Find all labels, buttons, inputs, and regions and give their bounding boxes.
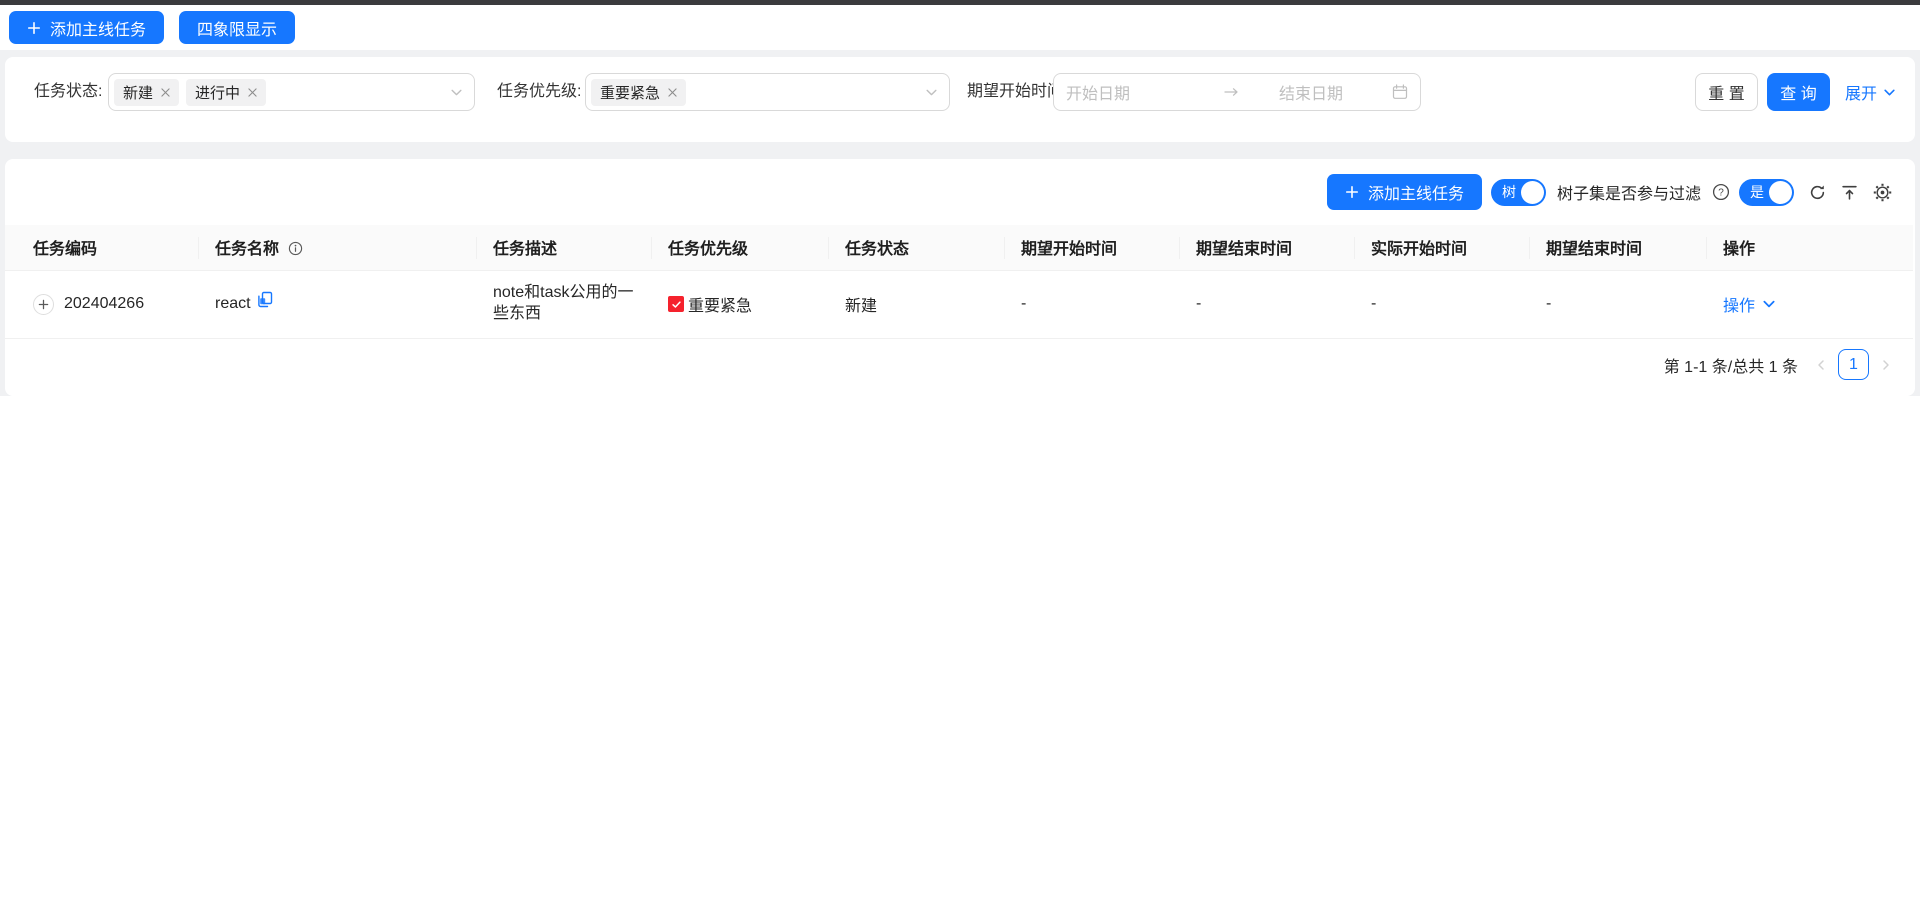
settings-gear-icon[interactable]	[1873, 183, 1892, 202]
toggle-knob	[1521, 181, 1544, 204]
cell-actions: 操作	[1707, 270, 1913, 338]
start-date-input[interactable]: 开始日期	[1066, 80, 1216, 104]
col-task-priority: 任务优先级	[652, 225, 829, 270]
col-task-name: 任务名称	[199, 225, 477, 270]
quadrant-view-button[interactable]: 四象限显示	[179, 11, 295, 44]
svg-text:?: ?	[1718, 187, 1724, 198]
reset-button[interactable]: 重 置	[1695, 73, 1758, 111]
col-task-description: 任务描述	[477, 225, 652, 270]
priority-tag-urgent: 重要紧急	[591, 79, 686, 106]
add-main-task-button-panel[interactable]: 添加主线任务	[1327, 174, 1482, 210]
top-toolbar: 添加主线任务 四象限显示	[0, 5, 1920, 50]
col-actions: 操作	[1707, 225, 1913, 270]
subset-filter-toggle[interactable]: 是	[1739, 179, 1794, 206]
task-table: 任务编码 任务名称 任务描述 任务优先级 任务状态 期望开始时间 期望结束时间 …	[5, 225, 1913, 339]
col-expected-start: 期望开始时间	[1005, 225, 1180, 270]
toggle-knob	[1769, 181, 1792, 204]
row-actions-dropdown[interactable]: 操作	[1723, 292, 1897, 316]
subset-filter-toggle-label: 是	[1750, 182, 1764, 202]
task-code: 202404266	[64, 295, 144, 313]
status-tag-new-label: 新建	[123, 82, 153, 103]
cell-expected-end-2: -	[1530, 270, 1707, 338]
task-table-card: 添加主线任务 树 树子集是否参与过滤 ? 是	[5, 159, 1915, 396]
remove-tag-icon[interactable]	[668, 88, 677, 97]
expand-row-button[interactable]	[33, 294, 54, 315]
next-page-button[interactable]	[1880, 358, 1892, 372]
status-select[interactable]: 新建 进行中	[108, 73, 475, 111]
date-range-picker[interactable]: 开始日期 结束日期	[1053, 73, 1421, 111]
priority-select[interactable]: 重要紧急	[585, 73, 950, 111]
cell-task-name: react	[199, 270, 477, 338]
add-main-task-button[interactable]: 添加主线任务	[9, 11, 164, 44]
status-tag-new: 新建	[114, 79, 179, 106]
info-icon[interactable]	[288, 241, 303, 256]
priority-filter-label: 任务优先级:	[497, 73, 581, 111]
quadrant-view-label: 四象限显示	[197, 16, 277, 40]
pagination: 第 1-1 条/总共 1 条 1	[1664, 349, 1892, 380]
cell-task-status: 新建	[829, 270, 1005, 338]
chevron-down-icon	[1762, 297, 1776, 311]
add-main-task-panel-label: 添加主线任务	[1368, 180, 1464, 204]
priority-tag-urgent-label: 重要紧急	[600, 82, 660, 103]
task-priority: 重要紧急	[688, 292, 752, 316]
pagination-summary: 第 1-1 条/总共 1 条	[1664, 353, 1798, 377]
date-filter-label: 期望开始时间	[967, 73, 1063, 111]
table-header-row: 任务编码 任务名称 任务描述 任务优先级 任务状态 期望开始时间 期望结束时间 …	[5, 225, 1913, 270]
remove-tag-icon[interactable]	[161, 88, 170, 97]
cell-expected-start: -	[1005, 270, 1180, 338]
tree-subset-filter-label: 树子集是否参与过滤	[1557, 180, 1701, 204]
help-icon[interactable]: ?	[1712, 183, 1730, 201]
filter-card: 任务状态: 新建 进行中 任务优先级: 重要紧急	[5, 57, 1915, 142]
cell-task-description: note和task公用的一些东西	[477, 270, 652, 338]
status-tag-inprogress: 进行中	[186, 79, 266, 106]
chevron-down-icon	[925, 86, 938, 99]
col-actual-start: 实际开始时间	[1355, 225, 1530, 270]
table-row: 202404266 react note和task公用的一些东西	[5, 270, 1913, 338]
refresh-icon[interactable]	[1809, 184, 1826, 201]
arrow-right-icon	[1224, 87, 1239, 97]
end-date-input[interactable]: 结束日期	[1279, 80, 1392, 104]
task-name: react	[215, 295, 251, 313]
add-main-task-label: 添加主线任务	[50, 16, 146, 40]
copy-icon[interactable]	[257, 291, 273, 308]
expand-filters-link[interactable]: 展开	[1845, 73, 1896, 111]
plus-icon	[1345, 185, 1359, 199]
priority-urgent-icon	[668, 296, 684, 312]
remove-tag-icon[interactable]	[248, 88, 257, 97]
col-task-status: 任务状态	[829, 225, 1005, 270]
cell-task-code: 202404266	[5, 270, 199, 338]
status-tag-inprogress-label: 进行中	[195, 82, 240, 103]
row-height-icon[interactable]	[1841, 184, 1858, 201]
cell-task-priority: 重要紧急	[652, 270, 829, 338]
expand-filters-label: 展开	[1845, 80, 1877, 104]
col-expected-end-2: 期望结束时间	[1530, 225, 1707, 270]
tree-mode-toggle[interactable]: 树	[1491, 179, 1546, 206]
row-actions-label: 操作	[1723, 292, 1755, 316]
chevron-down-icon	[1883, 86, 1896, 99]
search-button[interactable]: 查 询	[1767, 73, 1830, 111]
page-1-button[interactable]: 1	[1838, 349, 1869, 380]
calendar-icon	[1392, 84, 1408, 100]
prev-page-button[interactable]	[1815, 358, 1827, 372]
col-task-code: 任务编码	[5, 225, 199, 270]
chevron-down-icon	[450, 86, 463, 99]
content-area: 任务状态: 新建 进行中 任务优先级: 重要紧急	[0, 50, 1920, 396]
plus-icon	[27, 21, 41, 35]
col-expected-end: 期望结束时间	[1180, 225, 1355, 270]
cell-actual-start: -	[1355, 270, 1530, 338]
status-filter-label: 任务状态:	[34, 73, 102, 111]
cell-expected-end: -	[1180, 270, 1355, 338]
task-status: 新建	[845, 298, 877, 315]
task-description: note和task公用的一些东西	[493, 283, 636, 325]
tree-mode-toggle-label: 树	[1502, 182, 1516, 202]
table-controls: 添加主线任务 树 树子集是否参与过滤 ? 是	[1327, 174, 1892, 210]
